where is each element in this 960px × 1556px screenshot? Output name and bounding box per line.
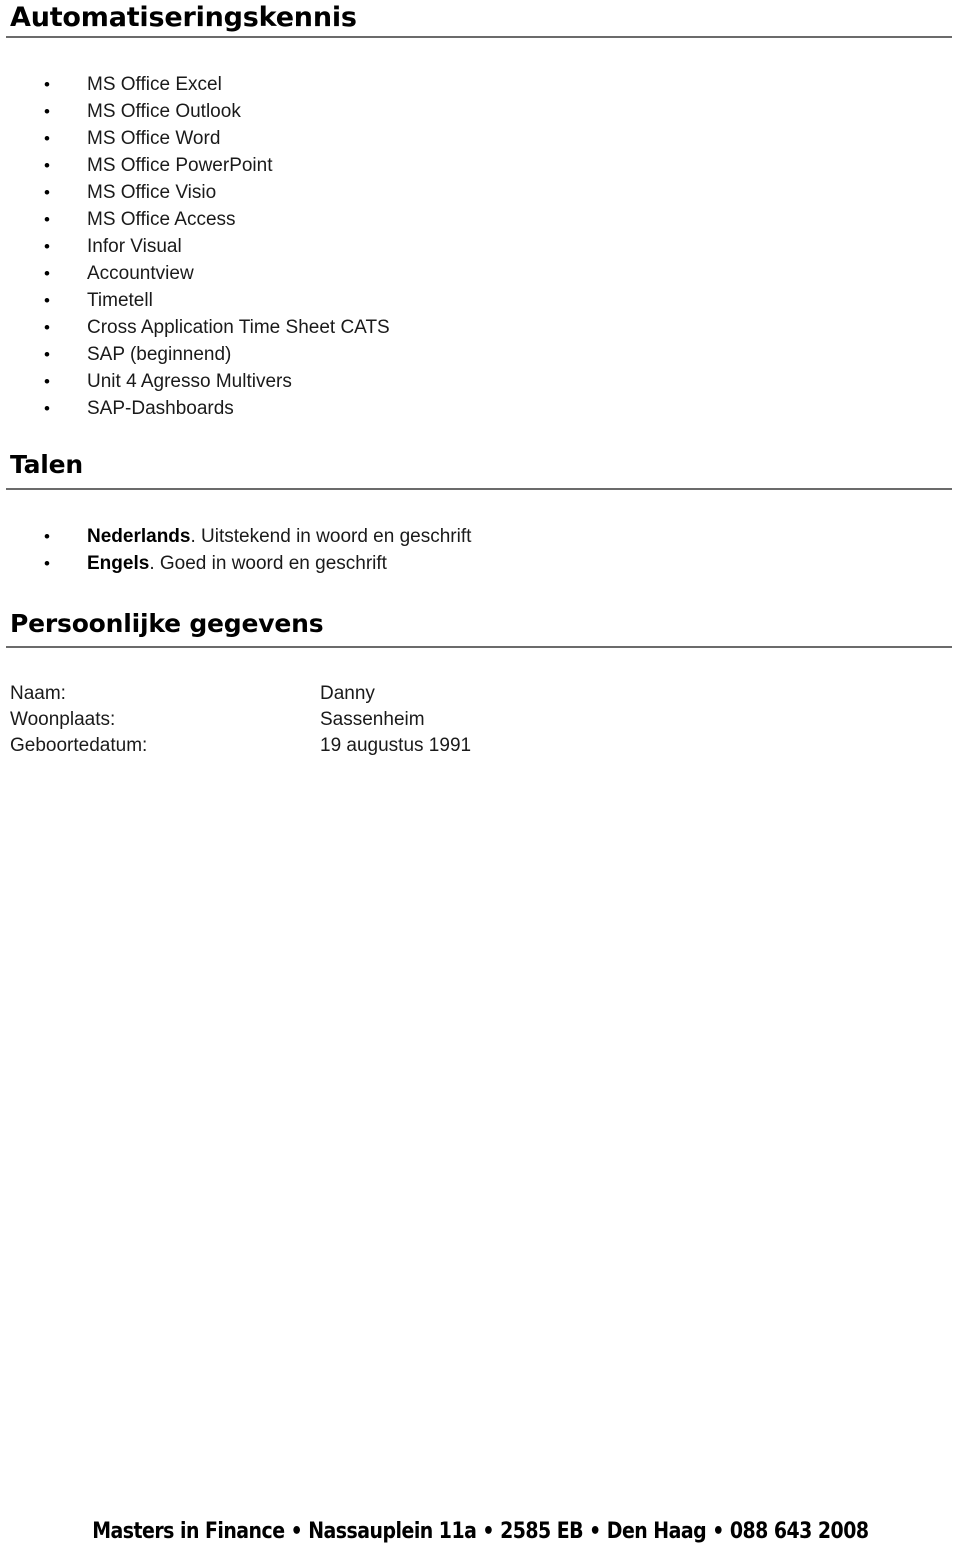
title-divider [6, 36, 952, 38]
language-name: Nederlands [87, 526, 191, 547]
list-item: • Cross Application Time Sheet CATS [0, 314, 390, 341]
personal-details-divider [6, 646, 952, 648]
detail-value: Danny [320, 683, 375, 704]
list-item: • MS Office Outlook [0, 98, 390, 125]
list-item-label: MS Office PowerPoint [87, 155, 273, 176]
list-item: • Unit 4 Agresso Multivers [0, 368, 390, 395]
list-item-label: MS Office Word [87, 128, 221, 149]
list-item: • Timetell [0, 287, 390, 314]
detail-value: Sassenheim [320, 709, 425, 730]
language-proficiency: . Goed in woord en geschrift [149, 553, 387, 574]
detail-label: Geboortedatum: [10, 735, 148, 756]
footer-contact-line: Masters in Finance • Nassauplein 11a • 2… [91, 1519, 869, 1544]
bullet-icon: • [44, 345, 50, 364]
list-item: • MS Office Access [0, 206, 390, 233]
list-item: • MS Office Excel [0, 71, 390, 98]
bullet-icon: • [44, 237, 50, 256]
list-item-label: Timetell [87, 290, 153, 311]
bullet-icon: • [44, 75, 50, 94]
list-item: • Accountview [0, 260, 390, 287]
list-item: • MS Office PowerPoint [0, 152, 390, 179]
bullet-icon: • [44, 372, 50, 391]
list-item: • SAP-Dashboards [0, 395, 390, 422]
list-item: • MS Office Visio [0, 179, 390, 206]
personal-details-table: Naam: Danny Woonplaats: Sassenheim Geboo… [10, 681, 471, 759]
page-title: Automatiseringskennis [10, 2, 357, 33]
bullet-icon: • [44, 129, 50, 148]
list-item: • Nederlands. Uitstekend in woord en ges… [0, 523, 471, 550]
list-item-label: MS Office Excel [87, 74, 222, 95]
bullet-icon: • [44, 399, 50, 418]
list-item-label: MS Office Visio [87, 182, 217, 203]
list-item-label: Cross Application Time Sheet CATS [87, 317, 390, 338]
bullet-icon: • [44, 156, 50, 175]
detail-value: 19 augustus 1991 [320, 735, 472, 756]
languages-divider [6, 488, 952, 490]
list-item-label: Unit 4 Agresso Multivers [87, 371, 292, 392]
bullet-icon: • [44, 527, 50, 546]
bullet-icon: • [44, 183, 50, 202]
list-item: • Infor Visual [0, 233, 390, 260]
bullet-icon: • [44, 554, 50, 573]
bullet-icon: • [44, 264, 50, 283]
table-row: Woonplaats: Sassenheim [10, 707, 471, 733]
detail-label: Naam: [10, 683, 66, 704]
bullet-icon: • [44, 102, 50, 121]
page-footer: Masters in Finance • Nassauplein 11a • 2… [0, 1518, 960, 1546]
bullet-icon: • [44, 291, 50, 310]
languages-list: • Nederlands. Uitstekend in woord en ges… [0, 523, 471, 577]
language-name: Engels [87, 553, 150, 574]
table-row: Geboortedatum: 19 augustus 1991 [10, 733, 471, 759]
bullet-icon: • [44, 318, 50, 337]
language-proficiency: . Uitstekend in woord en geschrift [190, 526, 472, 547]
list-item-label: SAP (beginnend) [87, 344, 232, 365]
list-item-label: Infor Visual [87, 236, 182, 257]
list-item: • SAP (beginnend) [0, 341, 390, 368]
list-item-label: MS Office Access [87, 209, 236, 230]
list-item-label: MS Office Outlook [87, 101, 241, 122]
cv-document-page: Automatiseringskennis • MS Office Excel … [0, 0, 960, 1556]
list-item: • MS Office Word [0, 125, 390, 152]
table-row: Naam: Danny [10, 681, 471, 707]
list-item-label: Accountview [87, 263, 194, 284]
section-heading-languages: Talen [10, 450, 84, 479]
bullet-icon: • [44, 210, 50, 229]
automation-skills-list: • MS Office Excel • MS Office Outlook • … [0, 71, 390, 422]
detail-label: Woonplaats: [10, 709, 116, 730]
section-heading-personal-details: Persoonlijke gegevens [10, 609, 324, 638]
list-item-label: SAP-Dashboards [87, 398, 234, 419]
list-item: • Engels. Goed in woord en geschrift [0, 550, 471, 577]
